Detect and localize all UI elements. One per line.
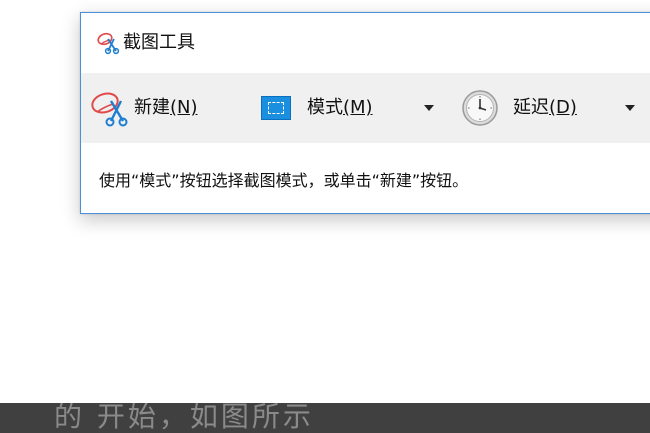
status-area: 使用“模式”按钮选择截图模式，或单击“新建”按钮。 [81,143,650,213]
delay-button[interactable]: 延迟(D) [461,73,577,143]
scissors-icon [91,92,128,127]
delay-dropdown-chevron-down-icon[interactable] [625,105,635,111]
mode-button[interactable]: 模式(M) [261,73,373,143]
toolbar: 新建(N) 模式(M) 延迟(D) [81,73,650,143]
window-title: 截图工具 [123,32,195,53]
screenshot-stage: 截图工具 新建(N) 模式(M) 延迟(D) 使用“模式”按钮选择截图模式，或单… [0,0,650,433]
scissors-icon [97,32,120,55]
new-button-label: 新建(N) [134,97,198,118]
delay-shortcut: (D) [549,97,577,118]
new-shortcut: (N) [170,97,198,118]
rectangle-mode-icon [261,96,291,120]
status-text: 使用“模式”按钮选择截图模式，或单击“新建”按钮。 [99,171,469,190]
mode-button-label: 模式(M) [307,97,373,118]
mode-dropdown-chevron-down-icon[interactable] [424,105,434,111]
page-caption-text: 的 开始，如图所示 [54,403,314,433]
snipping-tool-window: 截图工具 新建(N) 模式(M) 延迟(D) 使用“模式”按钮选择截图模式，或单… [80,12,650,214]
title-bar: 截图工具 [81,13,650,73]
clock-icon [462,90,498,126]
delay-button-label: 延迟(D) [513,97,577,118]
new-button[interactable]: 新建(N) [89,73,198,143]
mode-shortcut: (M) [343,97,373,118]
page-caption-bar: 的 开始，如图所示 [0,403,650,433]
